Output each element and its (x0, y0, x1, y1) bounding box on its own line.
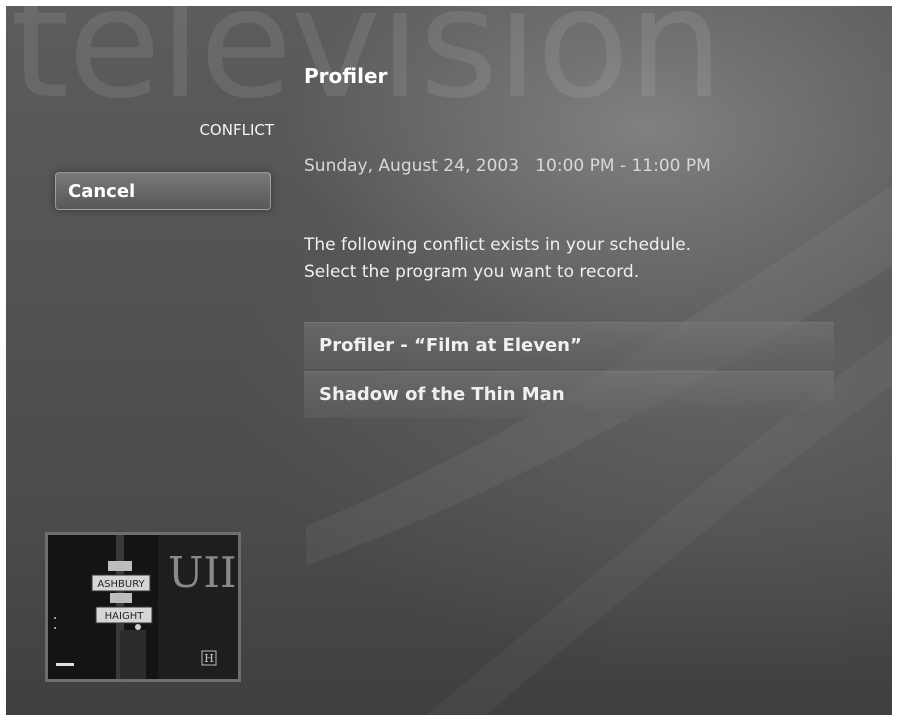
message-line-1: The following conflict exists in your sc… (304, 235, 692, 255)
program-option-profiler[interactable]: Profiler - “Film at Eleven” (304, 322, 834, 369)
schedule-time-range: 10:00 PM - 11:00 PM (535, 156, 711, 176)
watermark-text: television (10, 6, 724, 132)
message-line-2: Select the program you want to record. (304, 262, 640, 282)
channel-logo-icon: H (204, 652, 214, 665)
schedule-time: Sunday, August 24, 2003 10:00 PM - 11:00… (304, 156, 711, 176)
cancel-button[interactable]: Cancel (55, 172, 271, 210)
live-tv-preview[interactable]: UII ASHBURY HAIGHT H (45, 532, 241, 682)
conflict-message: The following conflict exists in your sc… (304, 232, 691, 286)
section-label: CONFLICT (199, 121, 274, 139)
street-sign-haight: HAIGHT (105, 611, 145, 622)
page-title: Profiler (304, 64, 388, 88)
program-list: Profiler - “Film at Eleven” Shadow of th… (304, 322, 834, 420)
media-center-screen: television Profiler CONFLICT Cancel Sund… (6, 6, 892, 715)
program-option-shadow-of-the-thin-man[interactable]: Shadow of the Thin Man (304, 371, 834, 418)
street-sign-ashbury: ASHBURY (97, 579, 145, 590)
schedule-date: Sunday, August 24, 2003 (304, 156, 520, 176)
preview-background-text: UII (168, 548, 237, 597)
